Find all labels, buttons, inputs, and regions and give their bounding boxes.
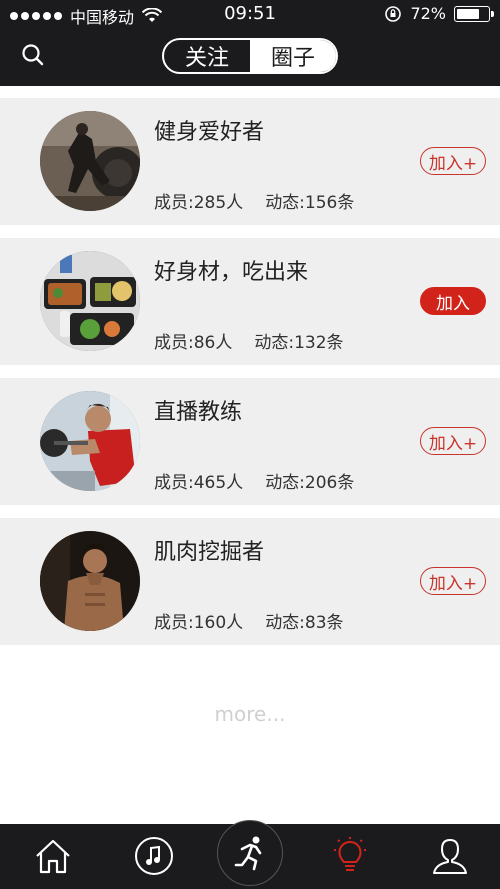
search-icon[interactable] bbox=[20, 42, 46, 68]
group-name: 健身爱好者 bbox=[154, 120, 265, 145]
user-icon[interactable] bbox=[430, 836, 470, 876]
battery-icon bbox=[454, 5, 494, 22]
rotation-lock-icon bbox=[385, 5, 402, 22]
group-avatar bbox=[40, 531, 140, 631]
music-icon[interactable] bbox=[134, 836, 174, 876]
group-name: 肌肉挖掘者 bbox=[154, 540, 265, 565]
post-count: 动态:156条 bbox=[265, 193, 355, 213]
join-button[interactable]: 加入+ bbox=[420, 427, 486, 455]
load-more-link[interactable]: more... bbox=[0, 702, 500, 726]
group-list: 健身爱好者 成员:285人 动态:156条 加入+ 好身材，吃出来 成员:86人… bbox=[0, 98, 500, 658]
join-button[interactable]: 加入+ bbox=[420, 147, 486, 175]
top-bar: 中国移动 09:51 72% 关注 圈子 bbox=[0, 0, 500, 86]
group-name: 好身材，吃出来 bbox=[154, 260, 309, 285]
group-stats: 成员:160人 动态:83条 bbox=[154, 608, 344, 633]
home-icon[interactable] bbox=[33, 836, 73, 876]
run-icon bbox=[234, 836, 262, 871]
group-stats: 成员:285人 动态:156条 bbox=[154, 188, 354, 213]
member-count: 成员:465人 bbox=[154, 473, 244, 493]
post-count: 动态:206条 bbox=[265, 473, 355, 493]
tab-circles[interactable]: 圈子 bbox=[250, 40, 336, 72]
group-name: 直播教练 bbox=[154, 400, 243, 425]
list-item[interactable]: 肌肉挖掘者 成员:160人 动态:83条 加入+ bbox=[0, 518, 500, 645]
group-avatar bbox=[40, 251, 140, 351]
list-item[interactable]: 直播教练 成员:465人 动态:206条 加入+ bbox=[0, 378, 500, 505]
status-bar: 中国移动 09:51 72% bbox=[0, 0, 500, 28]
group-avatar bbox=[40, 111, 140, 211]
run-button[interactable] bbox=[217, 820, 283, 886]
joined-button[interactable]: 加入 bbox=[420, 287, 486, 315]
bottom-tab-bar bbox=[0, 820, 500, 889]
nav-row: 关注 圈子 bbox=[0, 34, 500, 80]
tab-follow[interactable]: 关注 bbox=[164, 40, 250, 72]
bulb-icon[interactable] bbox=[330, 836, 370, 876]
group-stats: 成员:86人 动态:132条 bbox=[154, 328, 344, 353]
member-count: 成员:86人 bbox=[154, 333, 233, 353]
list-item[interactable]: 好身材，吃出来 成员:86人 动态:132条 加入 bbox=[0, 238, 500, 365]
battery-percent: 72% bbox=[410, 4, 446, 23]
list-item[interactable]: 健身爱好者 成员:285人 动态:156条 加入+ bbox=[0, 98, 500, 225]
member-count: 成员:160人 bbox=[154, 613, 244, 633]
join-button[interactable]: 加入+ bbox=[420, 567, 486, 595]
post-count: 动态:83条 bbox=[265, 613, 344, 633]
segmented-control: 关注 圈子 bbox=[162, 38, 338, 74]
group-stats: 成员:465人 动态:206条 bbox=[154, 468, 354, 493]
post-count: 动态:132条 bbox=[254, 333, 344, 353]
group-avatar bbox=[40, 391, 140, 491]
member-count: 成员:285人 bbox=[154, 193, 244, 213]
